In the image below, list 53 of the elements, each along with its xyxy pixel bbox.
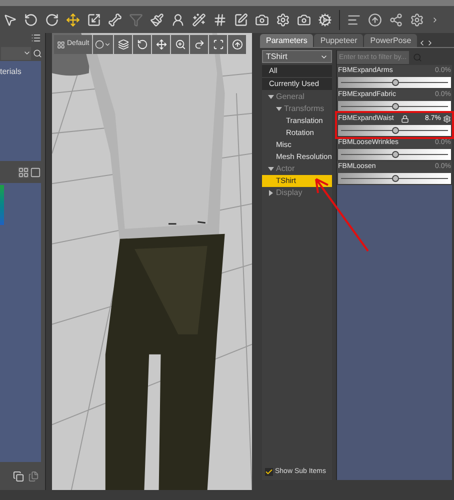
slider-track[interactable]: [338, 101, 451, 112]
frame-icon[interactable]: [209, 35, 228, 54]
rotate-icon[interactable]: [45, 12, 59, 26]
node-dropdown[interactable]: TShirt: [262, 50, 332, 63]
nodes-icon[interactable]: [389, 12, 403, 26]
settings-icon[interactable]: [410, 12, 424, 26]
move-icon[interactable]: [66, 12, 80, 26]
slider-track[interactable]: [338, 149, 451, 160]
roll-icon[interactable]: [190, 35, 208, 54]
slider-track[interactable]: [338, 77, 451, 88]
copy-icon[interactable]: [13, 470, 24, 482]
list-view-icon[interactable]: [30, 166, 41, 178]
expanded-triangle-icon[interactable]: [268, 166, 274, 172]
layers-icon[interactable]: [114, 35, 132, 54]
orbit-icon[interactable]: [133, 35, 152, 54]
settings-icon[interactable]: [276, 12, 290, 26]
wand-icon[interactable]: [192, 12, 206, 26]
slider-thumb[interactable]: [392, 175, 398, 182]
hatch-icon[interactable]: [213, 12, 227, 26]
collapsed-triangle-icon[interactable]: [268, 190, 274, 196]
list-item[interactable]: terials: [0, 66, 41, 78]
slider-track[interactable]: [338, 125, 451, 136]
grid-view-icon[interactable]: [18, 166, 29, 178]
tab[interactable]: Puppeteer: [314, 34, 364, 47]
home-icon[interactable]: [228, 35, 246, 54]
sphere-icon: [95, 40, 104, 49]
pointer-icon[interactable]: [3, 12, 17, 26]
zoom-icon[interactable]: [171, 35, 190, 54]
pan-icon[interactable]: [152, 35, 170, 54]
slider-thumb[interactable]: [392, 127, 398, 134]
camera-icon[interactable]: [297, 12, 311, 26]
slider-track[interactable]: [338, 173, 451, 184]
tab[interactable]: Parameters: [260, 34, 314, 47]
figure-icon[interactable]: [171, 12, 185, 26]
slider-thumb[interactable]: [392, 79, 398, 86]
check-icon[interactable]: [265, 468, 273, 476]
settings-icon[interactable]: [318, 12, 332, 26]
tab[interactable]: PowerPose: [364, 34, 418, 47]
chevron-down-icon: [23, 49, 31, 57]
draw-style-dropdown[interactable]: [93, 35, 114, 54]
bone-icon[interactable]: [108, 12, 122, 26]
rotate-icon[interactable]: [24, 12, 38, 26]
grid-icon: [57, 40, 65, 48]
slider-thumb[interactable]: [392, 103, 398, 110]
chevron-down-icon: [104, 41, 112, 48]
edit-icon[interactable]: [234, 12, 248, 26]
camera-icon[interactable]: [255, 12, 269, 26]
scale-icon[interactable]: [87, 12, 101, 26]
align-icon[interactable]: [347, 12, 361, 26]
files-icon[interactable]: [28, 470, 39, 482]
brush-icon[interactable]: [150, 12, 164, 26]
slider-thumb[interactable]: [392, 151, 398, 158]
lock-icon[interactable]: [401, 115, 410, 123]
